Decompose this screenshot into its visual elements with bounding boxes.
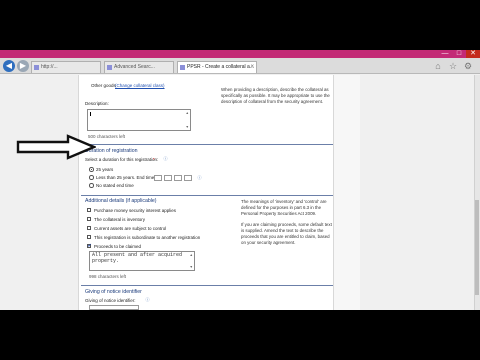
tab-2[interactable]: Advanced Searc...: [104, 61, 174, 73]
change-collateral-link[interactable]: (Change collateral class): [115, 83, 165, 89]
notice-field-label: Giving of notice identifier:: [85, 298, 136, 303]
pointer-arrow-icon: [16, 134, 96, 160]
checkbox-subordinate-label: This registration is subordinate to anot…: [94, 235, 201, 240]
checkbox-proceeds-label: Proceeds to be claimed: [94, 244, 142, 249]
forward-icon[interactable]: ▶: [17, 60, 29, 72]
tab-label: PPSR - Create a collateral a...: [187, 64, 254, 70]
notice-identifier-input[interactable]: [89, 305, 139, 310]
radio-less-than-25[interactable]: [89, 175, 94, 180]
proceeds-chars-left: 998 characters left: [89, 274, 127, 279]
section-divider: [81, 144, 333, 145]
home-icon[interactable]: ⌂: [432, 60, 444, 72]
checkbox-inventory[interactable]: [87, 217, 91, 221]
required-marker: *: [153, 157, 155, 162]
end-date-input[interactable]: [154, 175, 194, 181]
end-time-field[interactable]: [184, 175, 192, 181]
checkbox-current-assets[interactable]: [87, 226, 91, 230]
description-label: Description:: [85, 101, 109, 106]
radio-no-end-time[interactable]: [89, 183, 94, 188]
browser-window: — □ ✕ ◀ ▶ http://... Advanced Searc... P…: [0, 50, 480, 310]
tab-3-active[interactable]: PPSR - Create a collateral a... ×: [177, 61, 257, 73]
section-divider: [81, 195, 333, 196]
favicon-icon: [34, 65, 39, 70]
additional-details-title: Additional details (if applicable): [85, 198, 157, 204]
radio-no-end-time-label: No stated end time: [96, 183, 134, 188]
radio-25-years[interactable]: [89, 167, 94, 172]
form-page: Other goods (Change collateral class) De…: [78, 75, 334, 310]
maximize-button[interactable]: □: [452, 50, 466, 58]
tab-label: http://...: [41, 64, 58, 70]
page-viewport: Other goods (Change collateral class) De…: [0, 75, 480, 310]
star-icon[interactable]: ☆: [447, 60, 459, 72]
end-day-field[interactable]: [154, 175, 162, 181]
checkbox-pmsi[interactable]: [87, 208, 91, 212]
minimize-button[interactable]: —: [438, 50, 452, 58]
tab-1[interactable]: http://...: [31, 61, 101, 73]
other-goods-label: Other goods: [91, 83, 116, 88]
scrollbar-thumb[interactable]: [475, 200, 479, 295]
close-tab-icon[interactable]: ×: [250, 62, 254, 73]
window-title-bar: — □ ✕: [0, 50, 480, 58]
page-margin-right: [334, 75, 360, 310]
checkbox-inventory-label: The collateral is inventory: [94, 217, 146, 222]
end-year-field[interactable]: [174, 175, 182, 181]
favicon-icon: [180, 65, 185, 70]
text-cursor: [90, 112, 91, 116]
tab-bar: ◀ ▶ http://... Advanced Searc... PPSR - …: [0, 58, 480, 74]
proceeds-help: If you are claiming proceeds, some defau…: [241, 222, 332, 245]
checkbox-proceeds[interactable]: [87, 243, 92, 249]
proceeds-textarea[interactable]: All present and after acquired property.…: [89, 251, 195, 271]
radio-25-years-label: 25 years: [96, 167, 114, 172]
tab-label: Advanced Searc...: [114, 64, 155, 70]
checkbox-pmsi-label: Purchase money security interest applies: [94, 208, 177, 213]
close-window-button[interactable]: ✕: [466, 50, 480, 58]
description-textarea[interactable]: ▲ ▼: [87, 109, 191, 131]
notice-title: Giving of notice identifier: [85, 289, 142, 295]
checkbox-subordinate[interactable]: [87, 235, 91, 239]
inventory-control-help: The meanings of 'inventory' and 'control…: [241, 199, 327, 216]
info-icon[interactable]: ⓘ: [197, 175, 202, 180]
info-icon[interactable]: ⓘ: [163, 156, 168, 161]
favicon-icon: [107, 65, 112, 70]
scroll-down-icon[interactable]: ▼: [190, 265, 193, 269]
section-divider: [81, 285, 333, 286]
radio-less-than-25-label: Less than 25 years. End time: [96, 175, 155, 180]
info-icon[interactable]: ⓘ: [145, 297, 150, 302]
page-scrollbar[interactable]: [474, 75, 480, 310]
description-help: When providing a description, describe t…: [221, 87, 330, 104]
end-month-field[interactable]: [164, 175, 172, 181]
proceeds-text: All present and after acquired property.: [92, 252, 183, 264]
checkbox-current-assets-label: Current assets are subject to control: [94, 226, 167, 231]
back-icon[interactable]: ◀: [3, 60, 15, 72]
window-controls: — □ ✕: [438, 50, 480, 58]
scroll-down-icon[interactable]: ▼: [186, 125, 189, 129]
gear-icon[interactable]: ⚙: [462, 60, 474, 72]
scroll-up-icon[interactable]: ▲: [186, 111, 189, 115]
scroll-up-icon[interactable]: ▲: [190, 253, 193, 257]
